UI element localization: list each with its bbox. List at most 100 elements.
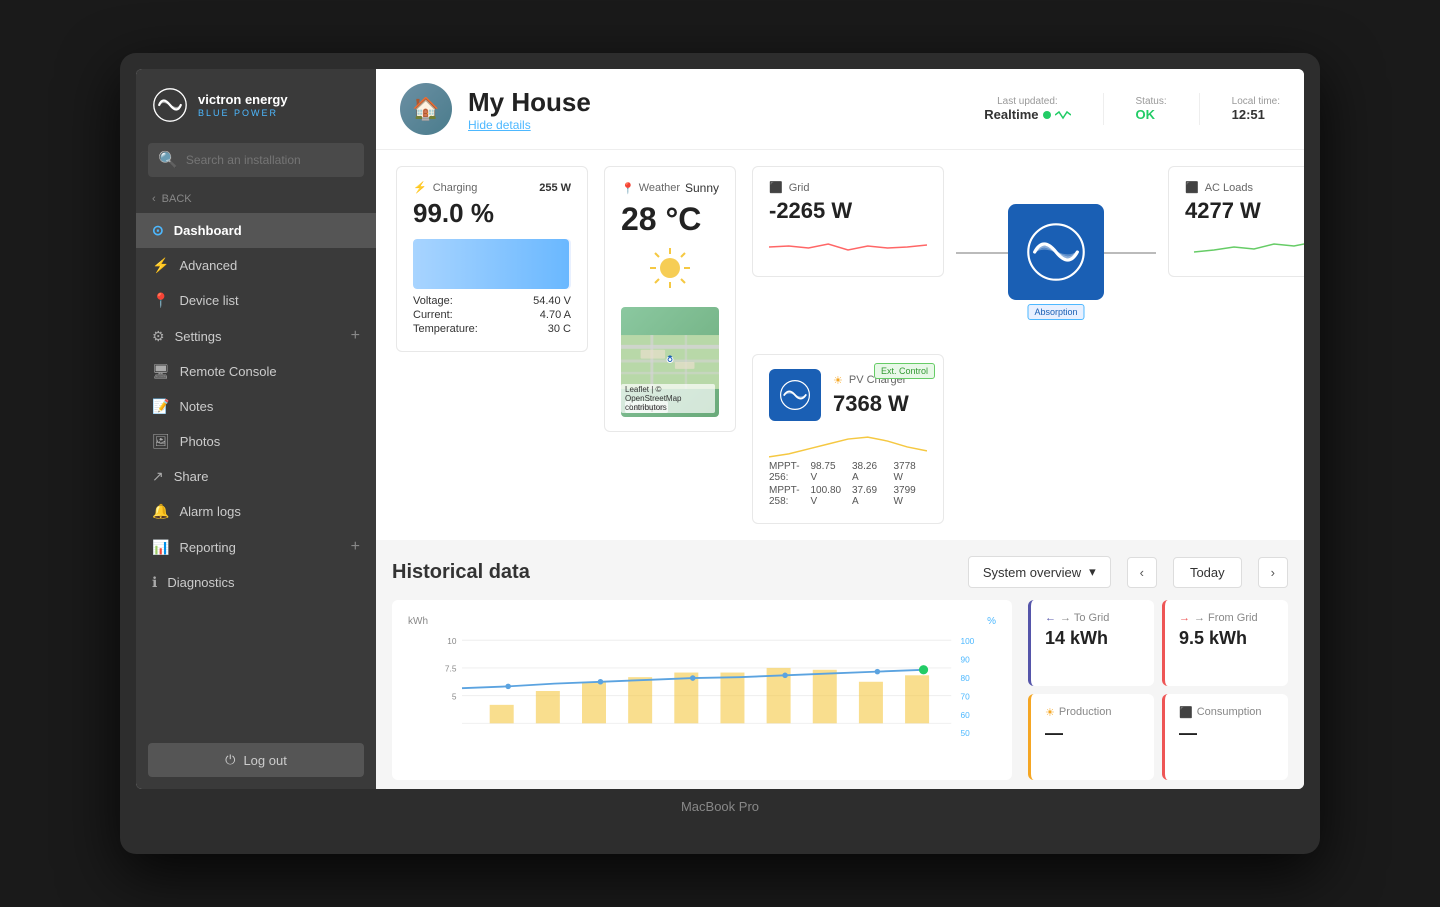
sidebar-item-notes[interactable]: 📝 Notes <box>136 389 376 424</box>
sidebar-item-label: Settings <box>175 329 222 344</box>
laptop-brand: MacBook Pro <box>136 799 1304 814</box>
weather-top: 📍 Weather Sunny <box>621 181 719 195</box>
sidebar-item-label: Device list <box>179 293 238 308</box>
header-divider <box>1103 93 1104 125</box>
weather-card: 📍 Weather Sunny 28 °C <box>604 166 736 432</box>
back-button[interactable]: ‹ BACK <box>136 185 376 213</box>
alarm-logs-icon: 🔔 <box>152 503 169 520</box>
logo-text: victron energy <box>198 92 288 108</box>
remote-console-icon: 🖥 <box>152 363 170 380</box>
local-time-label: Local time: <box>1232 96 1280 107</box>
search-icon: 🔍 <box>158 150 178 170</box>
prev-date-button[interactable]: ‹ <box>1127 557 1157 588</box>
historical-title: Historical data <box>392 561 952 584</box>
device-list-icon: 📍 <box>152 292 169 309</box>
svg-text:80: 80 <box>960 673 970 683</box>
victron-inverter: Absorption <box>1008 204 1104 300</box>
main-content: 🏠 My House Hide details Last updated: Re… <box>376 69 1304 789</box>
search-box[interactable]: 🔍 <box>148 143 364 177</box>
consumption-label: ⬛ Consumption <box>1179 706 1274 719</box>
from-grid-label: → → From Grid <box>1179 612 1274 624</box>
victron-logo-icon <box>152 87 188 123</box>
house-title: My House <box>468 87 968 118</box>
next-date-button[interactable]: › <box>1258 557 1288 588</box>
pv-charger-value: 7368 W <box>833 391 909 417</box>
grid-card-value: -2265 W <box>769 198 927 224</box>
production-sun-icon: ☀ <box>1045 706 1055 719</box>
sidebar-item-alarm-logs[interactable]: 🔔 Alarm logs <box>136 494 376 529</box>
charging-card-title: ⚡ Charging 255 W <box>413 181 571 194</box>
sidebar-item-device-list[interactable]: 📍 Device list <box>136 283 376 318</box>
status-value: OK <box>1136 107 1167 122</box>
stat-consumption: ⬛ Consumption — <box>1162 694 1288 781</box>
weather-temp: 28 °C <box>621 201 719 238</box>
y-axis-pct-label: % <box>987 616 996 627</box>
from-grid-arrow-icon: → <box>1179 612 1190 624</box>
dashboard-icon: ⊙ <box>152 222 164 239</box>
svg-text:90: 90 <box>960 654 970 664</box>
sidebar-item-dashboard[interactable]: ⊙ Dashboard <box>136 213 376 248</box>
to-grid-value: 14 kWh <box>1045 628 1140 649</box>
location-pin-icon: 📍 <box>621 182 635 195</box>
sidebar-item-label: Remote Console <box>180 364 277 379</box>
pv-charger-card: Ext. Control ☀ PV Char <box>752 354 944 524</box>
logout-label: Log out <box>243 753 286 768</box>
system-overview-dropdown[interactable]: System overview ▾ <box>968 556 1111 588</box>
charging-card: ⚡ Charging 255 W 99.0 % Voltage: 54.40 V… <box>396 166 588 352</box>
svg-text:70: 70 <box>960 691 970 701</box>
last-updated-label: Last updated: <box>984 96 1070 107</box>
realtime-wave-icon <box>1055 110 1071 120</box>
sidebar-item-reporting[interactable]: 📊 Reporting + <box>136 529 376 565</box>
weather-status: Sunny <box>685 181 719 195</box>
map-attribution: Leaflet | © OpenStreetMap contributors <box>621 384 715 413</box>
house-title-area: My House Hide details <box>468 87 968 132</box>
historical-chart: 10 7.5 5 100 90 80 70 60 50 <box>408 631 996 751</box>
historical-header: Historical data System overview ▾ ‹ Toda… <box>392 556 1288 588</box>
ac-loads-icon: ⬛ <box>1185 181 1199 194</box>
sidebar-item-label: Notes <box>179 399 213 414</box>
historical-body: kWh % 10 7.5 5 <box>392 600 1288 780</box>
notes-icon: 📝 <box>152 398 169 415</box>
sidebar-item-settings[interactable]: ⚙ Settings + <box>136 318 376 354</box>
status-meta: Status: OK <box>1136 96 1167 122</box>
logout-icon: ⏻ <box>225 752 235 768</box>
sidebar-item-remote-console[interactable]: 🖥 Remote Console <box>136 354 376 389</box>
ac-loads-card: ⬛ AC Loads 4277 W <box>1168 166 1304 277</box>
historical-section: Historical data System overview ▾ ‹ Toda… <box>376 540 1304 789</box>
charging-bar <box>413 239 571 289</box>
logout-button[interactable]: ⏻ Log out <box>148 743 364 777</box>
sidebar: victron energy BLUE POWER 🔍 ‹ BACK ⊙ Das… <box>136 69 376 789</box>
reporting-plus-icon[interactable]: + <box>351 538 360 556</box>
grid-card-title: ⬛ Grid <box>769 181 927 194</box>
production-value: — <box>1045 723 1140 744</box>
mppt-row-2: MPPT-258: 100.80 V 37.69 A 3799 W <box>769 485 927 507</box>
charging-watts: 255 W <box>539 182 571 194</box>
laptop-frame: victron energy BLUE POWER 🔍 ‹ BACK ⊙ Das… <box>120 53 1320 854</box>
settings-plus-icon[interactable]: + <box>351 327 360 345</box>
svg-text:10: 10 <box>447 636 457 646</box>
mppt-table: MPPT-256: 98.75 V 38.26 A 3778 W MPPT-25… <box>769 461 927 507</box>
grid-icon: ⬛ <box>769 181 783 194</box>
status-label: Status: <box>1136 96 1167 107</box>
charging-icon: ⚡ <box>413 181 427 194</box>
svg-text:50: 50 <box>960 728 970 738</box>
chart-axis-labels: kWh % <box>408 616 996 627</box>
svg-text:100: 100 <box>960 636 974 646</box>
grid-card: ⬛ Grid -2265 W <box>752 166 944 277</box>
center-column: Absorption <box>956 162 1156 342</box>
weather-title: 📍 Weather <box>621 182 680 195</box>
charging-temperature: Temperature: 30 C <box>413 323 571 335</box>
hide-details-link[interactable]: Hide details <box>468 118 968 132</box>
ac-loads-mini-chart <box>1185 232 1304 262</box>
pv-mini-chart <box>769 429 927 459</box>
sidebar-item-label: Diagnostics <box>167 575 234 590</box>
mppt-row-1: MPPT-256: 98.75 V 38.26 A 3778 W <box>769 461 927 483</box>
sidebar-item-diagnostics[interactable]: ℹ Diagnostics <box>136 565 376 600</box>
last-updated-meta: Last updated: Realtime <box>984 96 1070 122</box>
sidebar-item-share[interactable]: ↗ Share <box>136 459 376 494</box>
chevron-down-icon: ▾ <box>1089 564 1096 580</box>
sidebar-item-advanced[interactable]: ⚡ Advanced <box>136 248 376 283</box>
today-button[interactable]: Today <box>1173 557 1242 588</box>
sidebar-item-photos[interactable]: 🖼 Photos <box>136 424 376 459</box>
search-input[interactable] <box>186 153 354 167</box>
